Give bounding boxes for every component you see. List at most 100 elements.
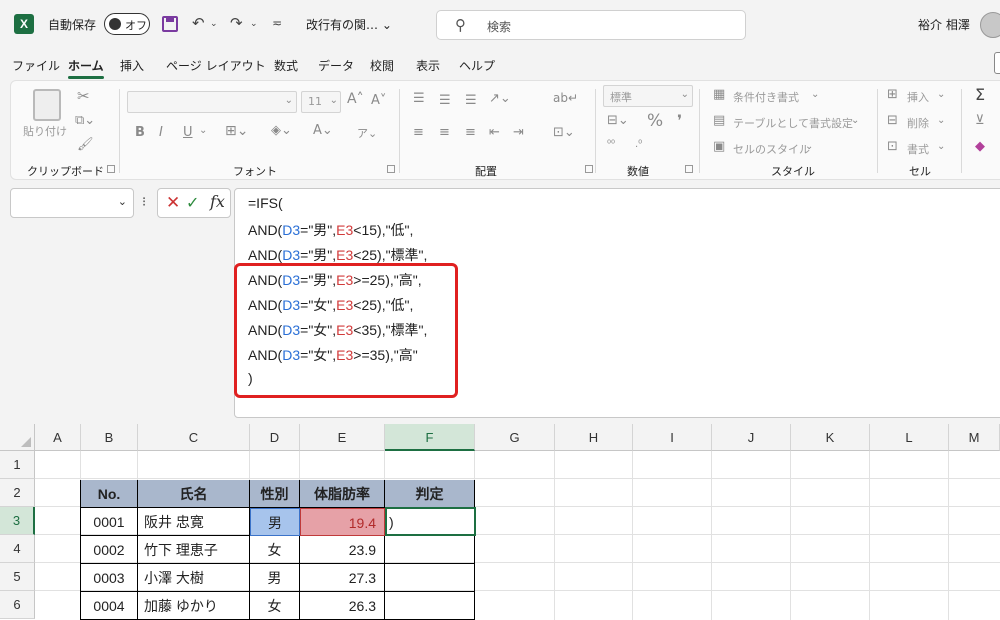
table-cell[interactable] — [385, 564, 475, 592]
chevron-down-icon[interactable]: ⌄ — [937, 89, 945, 100]
table-header-cell[interactable]: 性別 — [250, 480, 300, 508]
wrap-text-icon[interactable]: ab↵ — [553, 91, 578, 105]
row-header[interactable]: 2 — [0, 479, 35, 507]
avatar[interactable] — [980, 12, 1000, 38]
align-right-icon[interactable]: ≡ — [465, 125, 476, 140]
grow-font-icon[interactable]: A˄ — [347, 91, 364, 107]
format-cells-icon[interactable]: ⊡ — [887, 139, 898, 154]
row-header[interactable]: 4 — [0, 535, 35, 563]
increase-decimal-icon[interactable]: ⁰⁰ — [607, 139, 615, 150]
table-header-cell[interactable]: 氏名 — [138, 480, 250, 508]
name-box[interactable]: ⌄ — [10, 188, 134, 218]
increase-indent-icon[interactable]: ⇥ — [513, 125, 524, 140]
tab-help[interactable]: ヘルプ — [459, 57, 495, 74]
paste-label[interactable]: 貼り付け — [23, 123, 67, 139]
customize-qat-icon[interactable]: ≂ — [272, 16, 282, 30]
column-header[interactable]: M — [949, 424, 1000, 451]
search-box[interactable]: ⚲ 検索 — [436, 10, 746, 40]
user-name[interactable]: 裕介 相澤 — [918, 16, 970, 33]
italic-icon[interactable]: I — [159, 125, 163, 140]
number-launcher-icon[interactable] — [685, 165, 693, 173]
clear-icon[interactable]: ◆ — [975, 139, 985, 154]
cell-style-label[interactable]: セルのスタイル — [733, 141, 810, 157]
delete-cells-label[interactable]: 削除 — [907, 115, 929, 131]
tab-data[interactable]: データ — [318, 57, 354, 74]
column-header[interactable]: I — [633, 424, 712, 451]
formula-bar-resize-icon[interactable]: ⁝ — [142, 195, 146, 210]
table-format-icon[interactable]: ▤ — [713, 113, 725, 128]
conditional-format-icon[interactable]: ▦ — [713, 87, 725, 102]
table-cell[interactable]: 0003 — [80, 564, 138, 592]
copy-icon[interactable]: ⧉⌄ — [75, 113, 95, 128]
column-header[interactable]: A — [35, 424, 81, 451]
table-cell[interactable]: 阪井 忠寛 — [138, 508, 250, 536]
table-cell[interactable]: 19.4 — [300, 508, 385, 536]
redo-dropdown-icon[interactable]: ⌄ — [250, 19, 258, 29]
font-color-icon[interactable]: A⌄ — [313, 123, 333, 138]
chevron-down-icon[interactable]: ⌄ — [937, 141, 945, 152]
autosave-toggle[interactable]: オフ — [104, 13, 150, 35]
table-header-cell[interactable]: No. — [80, 480, 138, 508]
align-top-icon[interactable]: ☰ — [413, 91, 425, 106]
orientation-icon[interactable]: ↗⌄ — [489, 91, 511, 106]
table-cell[interactable]: 0004 — [80, 592, 138, 620]
table-cell[interactable]: 女 — [250, 592, 300, 620]
tab-page-layout[interactable]: ページ レイアウト — [166, 57, 266, 74]
border-icon[interactable]: ⊞⌄ — [225, 123, 248, 139]
table-cell[interactable]: 27.3 — [300, 564, 385, 592]
column-header[interactable]: F — [385, 424, 475, 451]
bold-icon[interactable]: B — [135, 125, 145, 140]
table-cell[interactable]: 0001 — [80, 508, 138, 536]
column-header[interactable]: E — [300, 424, 385, 451]
tab-view[interactable]: 表示 — [416, 57, 440, 74]
chevron-down-icon[interactable]: ⌄ — [811, 89, 819, 100]
chevron-down-icon[interactable]: ⌄ — [805, 141, 813, 152]
column-header[interactable]: B — [81, 424, 138, 451]
table-cell[interactable]: 小澤 大樹 — [138, 564, 250, 592]
document-title[interactable]: 改行有の関… ⌄ — [306, 16, 392, 33]
phonetic-icon[interactable]: ア⌄ — [357, 125, 377, 141]
table-format-label[interactable]: テーブルとして書式設定 — [733, 115, 853, 131]
font-launcher-icon[interactable] — [387, 165, 395, 173]
table-cell[interactable] — [385, 536, 475, 564]
table-cell[interactable]: 26.3 — [300, 592, 385, 620]
alignment-launcher-icon[interactable] — [585, 165, 593, 173]
row-header[interactable]: 5 — [0, 563, 35, 591]
decrease-indent-icon[interactable]: ⇤ — [489, 125, 500, 140]
underline-icon[interactable]: U — [183, 125, 193, 140]
tab-file[interactable]: ファイル — [12, 57, 60, 74]
delete-cells-icon[interactable]: ⊟ — [887, 113, 898, 128]
chevron-down-icon[interactable]: ⌄ — [118, 195, 127, 208]
tab-insert[interactable]: 挿入 — [120, 57, 144, 74]
underline-dropdown-icon[interactable]: ⌄ — [199, 125, 207, 136]
insert-cells-icon[interactable]: ⊞ — [887, 87, 898, 102]
chevron-down-icon[interactable]: ⌄ — [937, 115, 945, 126]
table-cell[interactable]: 女 — [250, 536, 300, 564]
paste-icon[interactable] — [33, 89, 61, 121]
undo-dropdown-icon[interactable]: ⌄ — [210, 19, 218, 29]
clipboard-launcher-icon[interactable] — [107, 165, 115, 173]
autosum-icon[interactable]: Σ — [975, 85, 985, 104]
conditional-format-label[interactable]: 条件付き書式 — [733, 89, 799, 105]
shrink-font-icon[interactable]: A˅ — [371, 93, 386, 108]
table-header-cell[interactable]: 判定 — [385, 480, 475, 508]
row-header[interactable]: 1 — [0, 451, 35, 479]
align-middle-icon[interactable]: ☰ — [439, 93, 451, 108]
format-painter-icon[interactable]: 🖌 — [77, 137, 94, 152]
percent-icon[interactable]: % — [647, 111, 663, 131]
column-header[interactable]: L — [870, 424, 949, 451]
align-left-icon[interactable]: ≡ — [413, 125, 424, 140]
redo-icon[interactable]: ↷ — [230, 14, 243, 32]
cancel-icon[interactable]: ✕ — [166, 193, 180, 213]
merge-center-icon[interactable]: ⊡⌄ — [553, 125, 575, 140]
column-header[interactable]: C — [138, 424, 250, 451]
undo-icon[interactable]: ↶ — [192, 14, 205, 32]
active-cell[interactable]: ) — [385, 507, 476, 536]
chevron-down-icon[interactable]: ⌄ — [851, 115, 859, 126]
ribbon-options-button[interactable] — [994, 52, 1000, 74]
align-center-icon[interactable]: ≡ — [439, 125, 450, 140]
column-header[interactable]: J — [712, 424, 791, 451]
column-header[interactable]: G — [475, 424, 555, 451]
tab-formulas[interactable]: 数式 — [274, 57, 298, 74]
fill-icon[interactable]: ⊻ — [975, 113, 985, 128]
